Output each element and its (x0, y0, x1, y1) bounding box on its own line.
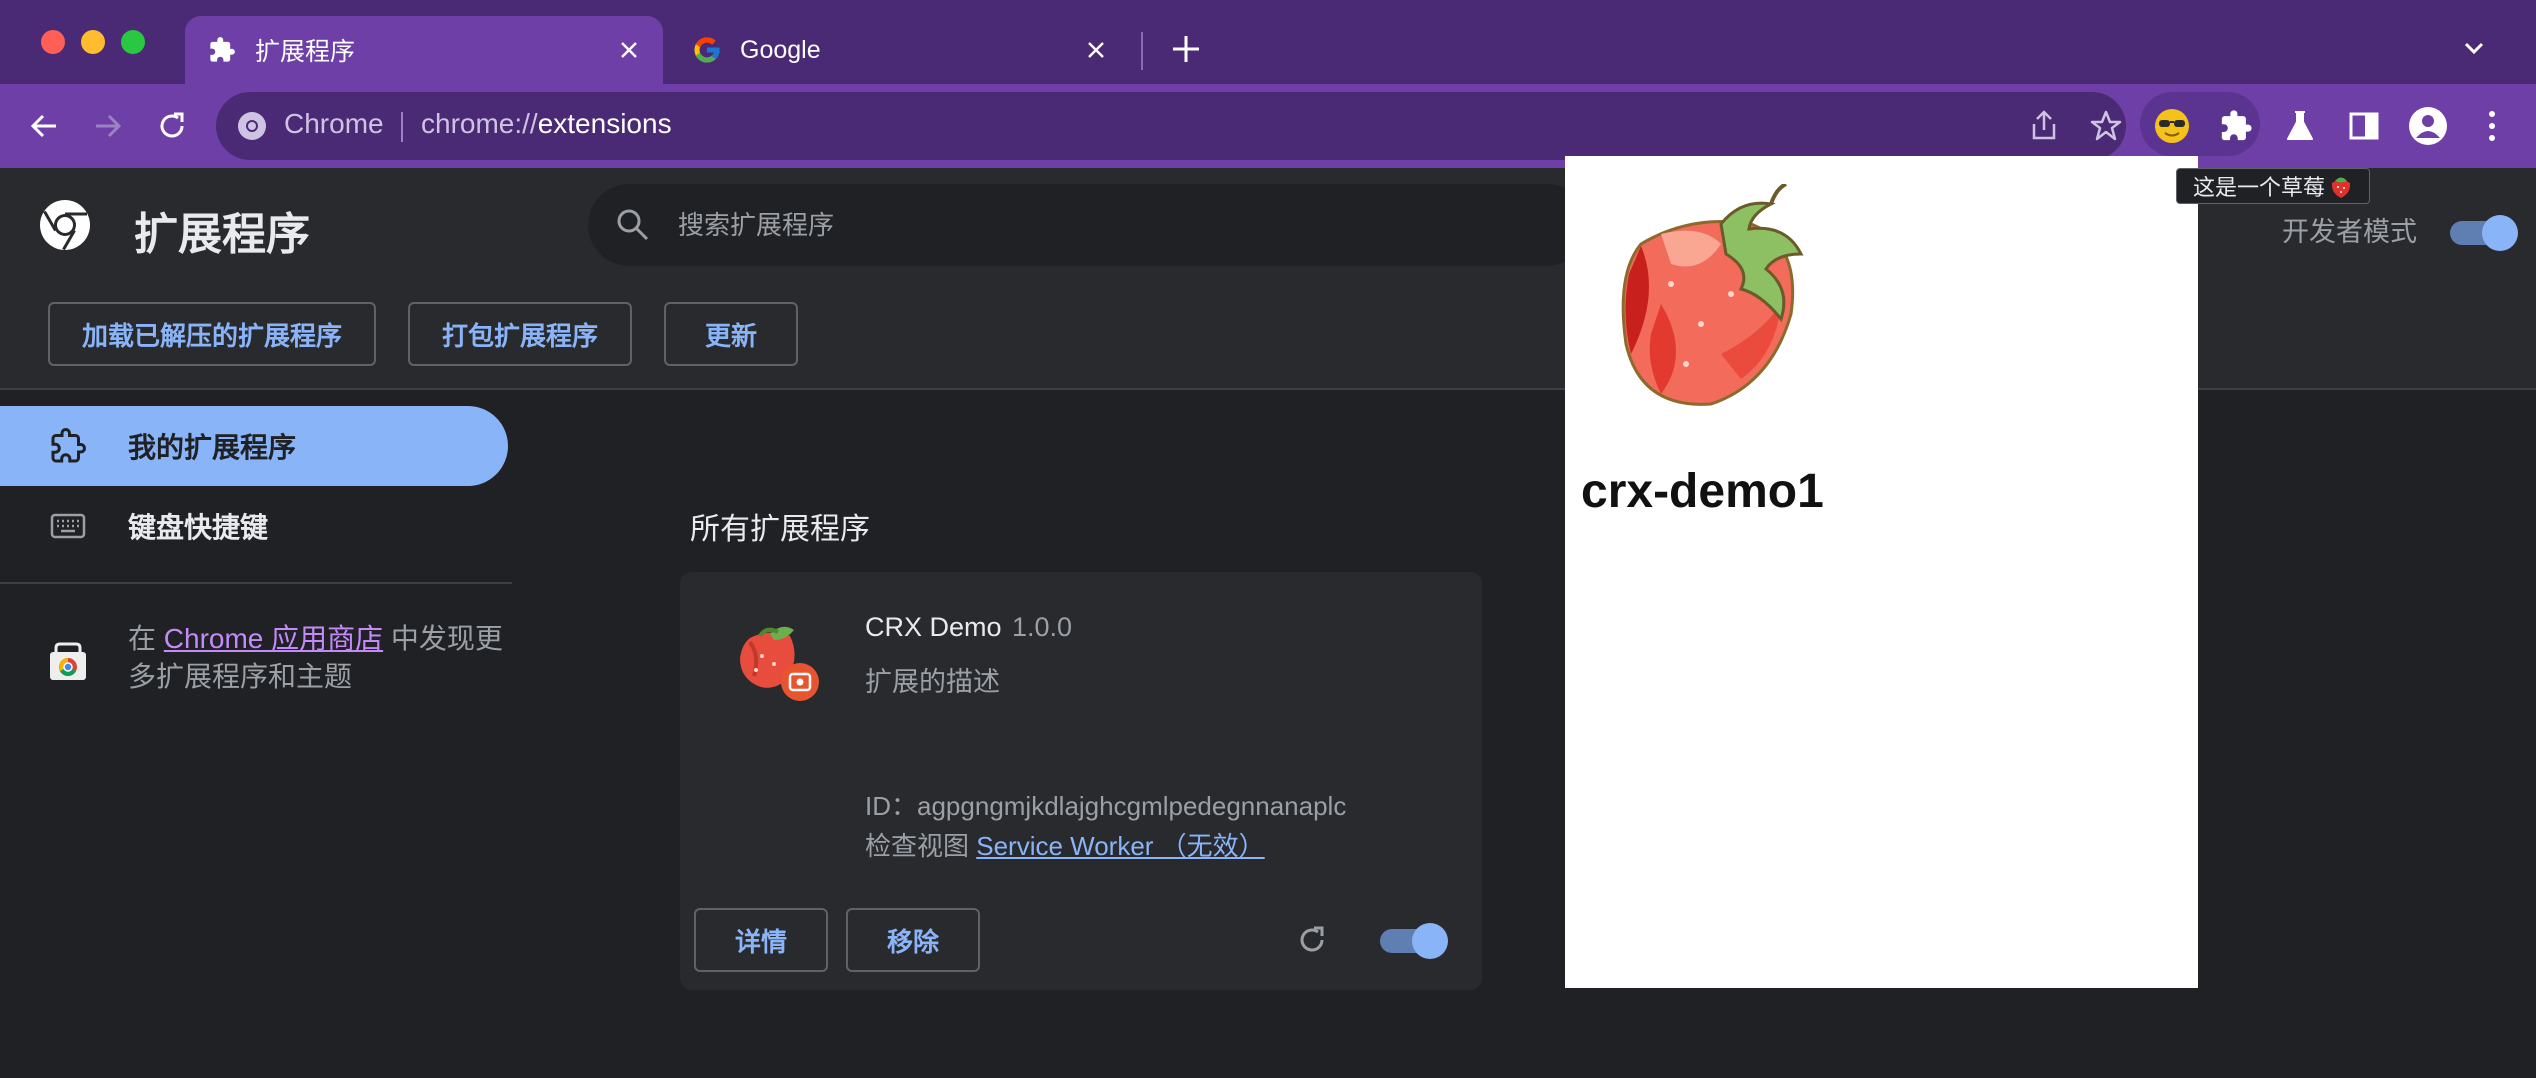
reload-icon (160, 112, 184, 138)
arrow-left-icon (30, 114, 56, 138)
extension-popup: crx-demo1 (1565, 156, 2198, 988)
avatar-icon (2409, 107, 2447, 145)
web-store-promo: 在 Chrome 应用商店 中发现更多扩展程序和主题 (128, 623, 503, 692)
extension-name: CRX Demo (865, 612, 1002, 642)
arrow-right-icon (96, 114, 122, 138)
tab-strip: 扩展程序 Google (0, 0, 2536, 84)
extension-enable-toggle[interactable] (1380, 923, 1448, 959)
tab-search-button[interactable] (2456, 30, 2492, 66)
maximize-window-button[interactable] (121, 30, 145, 54)
sidebar-divider (0, 582, 512, 584)
chrome-logo-icon (40, 200, 90, 251)
forward-button[interactable] (86, 104, 130, 148)
details-button[interactable]: 详情 (694, 908, 828, 972)
sidebar-item-my-extensions[interactable]: 我的扩展程序 (0, 406, 508, 486)
popup-title: crx-demo1 (1581, 465, 1824, 518)
toggle-knob (1412, 923, 1448, 959)
tab-title: Google (740, 35, 821, 64)
load-unpacked-button[interactable]: 加载已解压的扩展程序 (48, 302, 376, 366)
reload-button[interactable] (150, 104, 194, 148)
sidebar-item-label: 我的扩展程序 (128, 432, 297, 463)
strawberry-image (1621, 184, 1804, 406)
puzzle-icon (207, 35, 237, 65)
chrome-icon (238, 112, 266, 140)
service-worker-link[interactable]: Service Worker （无效） (976, 831, 1264, 861)
side-panel-icon (2349, 112, 2379, 140)
url-text: chrome://extensions (421, 108, 672, 139)
extension-version: 1.0.0 (1012, 612, 1073, 642)
update-button[interactable]: 更新 (664, 302, 798, 366)
minimize-window-button[interactable] (81, 30, 105, 54)
crx-demo-extension-button[interactable] (2148, 102, 2196, 150)
profile-button[interactable] (2404, 102, 2452, 150)
remove-button[interactable]: 移除 (846, 908, 980, 972)
omnibox-divider (401, 112, 403, 142)
section-title: 所有扩展程序 (690, 513, 870, 546)
extension-tooltip: 这是一个草莓 (2176, 168, 2371, 204)
extensions-menu-button[interactable] (2212, 102, 2260, 150)
developer-mode-label: 开发者模式 (2282, 217, 2417, 247)
tab-title: 扩展程序 (255, 38, 356, 66)
developer-mode-toggle[interactable] (2450, 215, 2518, 251)
google-icon (692, 35, 722, 65)
tab-separator (1141, 32, 1143, 70)
share-icon[interactable] (2026, 108, 2062, 144)
pack-extension-button[interactable]: 打包扩展程序 (408, 302, 632, 366)
extension-id: ID：agpgngmjkdlajghcgmlpedegnnanaplc (865, 791, 1347, 821)
extension-card: CRX Demo 1.0.0 扩展的描述 ID：agpgngmjkdlajghc… (680, 572, 1482, 990)
strawberry-emoji-icon (2331, 177, 2351, 198)
tab-google[interactable]: Google (670, 16, 1130, 84)
reload-extension-icon[interactable] (1294, 922, 1330, 958)
search-input[interactable] (678, 202, 1538, 248)
sunglasses-face-icon (2155, 109, 2189, 143)
chrome-menu-button[interactable] (2468, 102, 2516, 150)
omnibox-chip: Chrome (284, 108, 384, 139)
tab-extensions[interactable]: 扩展程序 (185, 16, 663, 84)
sidebar-item-label: 键盘快捷键 (128, 512, 269, 543)
new-tab-button[interactable] (1165, 28, 1207, 70)
sidebar: 我的扩展程序 键盘快捷键 在 Chrome 应用商店 中发现更多扩展程序和主题 (0, 392, 512, 1078)
back-button[interactable] (22, 104, 66, 148)
puzzle-icon (2221, 110, 2252, 141)
strawberry-extension-icon (740, 626, 819, 701)
flask-icon (2287, 111, 2313, 140)
page-title: 扩展程序 (134, 210, 310, 259)
address-bar[interactable]: Chrome chrome://extensions (216, 92, 2126, 160)
chrome-labs-button[interactable] (2276, 102, 2324, 150)
toggle-knob (2482, 215, 2518, 251)
web-store-link[interactable]: Chrome 应用商店 (164, 623, 383, 654)
keyboard-icon (48, 506, 88, 546)
tab-close-button[interactable] (609, 30, 649, 70)
bookmark-star-icon[interactable] (2088, 108, 2124, 144)
web-store-icon (50, 642, 86, 680)
side-panel-button[interactable] (2340, 102, 2388, 150)
extension-icon (48, 426, 88, 466)
extension-description: 扩展的描述 (865, 667, 1000, 697)
tab-close-button[interactable] (1076, 30, 1116, 70)
search-box[interactable] (588, 184, 1588, 266)
search-icon (617, 209, 649, 241)
inspect-views: 检查视图 Service Worker （无效） (865, 831, 1265, 861)
more-vert-icon (2489, 111, 2495, 141)
close-window-button[interactable] (41, 30, 65, 54)
sidebar-item-keyboard-shortcuts[interactable]: 键盘快捷键 (0, 486, 508, 566)
